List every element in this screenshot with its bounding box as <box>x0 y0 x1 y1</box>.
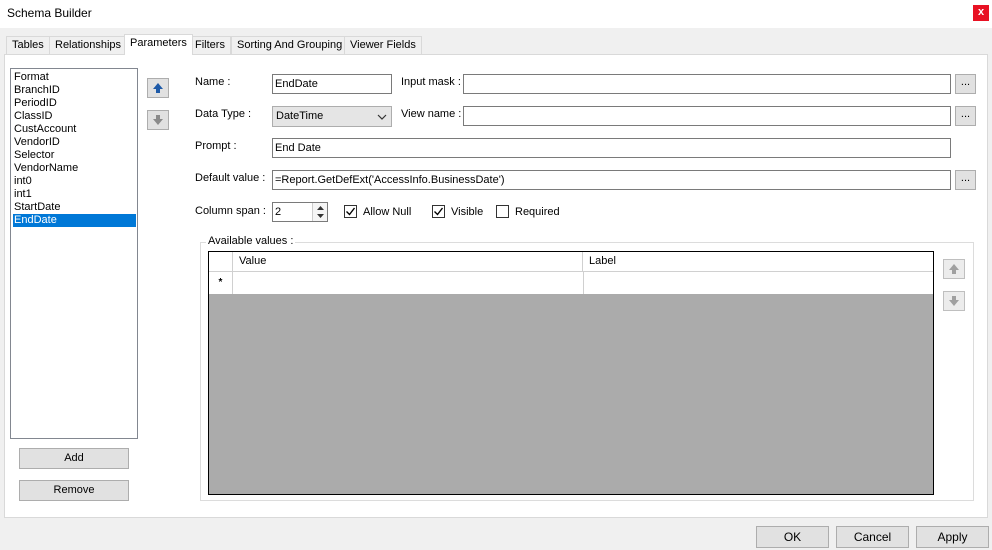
view-name-label: View name : <box>401 108 462 120</box>
checkmark-icon <box>434 207 444 216</box>
prompt-field[interactable]: End Date <box>272 138 951 158</box>
prompt-label: Prompt : <box>195 140 237 152</box>
list-item[interactable]: VendorID <box>13 136 136 149</box>
view-name-field[interactable] <box>463 106 951 126</box>
move-up-button[interactable] <box>147 78 169 98</box>
allow-null-label: Allow Null <box>363 206 412 218</box>
new-row-marker: * <box>209 272 233 294</box>
grid-corner <box>209 252 233 272</box>
move-down-button[interactable] <box>147 110 169 130</box>
cell-divider <box>583 272 584 294</box>
tab-sorting-and-grouping[interactable]: Sorting And Grouping <box>231 36 349 54</box>
title-bar <box>0 0 992 28</box>
ok-button[interactable]: OK <box>756 526 829 548</box>
value-move-up-button[interactable] <box>943 259 965 279</box>
add-button[interactable]: Add <box>19 448 129 469</box>
arrow-down-icon <box>153 115 163 125</box>
list-item[interactable]: PeriodID <box>13 97 136 110</box>
required-label: Required <box>515 206 560 218</box>
visible-checkbox[interactable] <box>432 205 445 218</box>
available-values-grid[interactable]: Value Label * <box>208 251 934 495</box>
default-value-label: Default value : <box>195 172 266 184</box>
arrow-up-icon <box>949 264 959 274</box>
allow-null-checkbox[interactable] <box>344 205 357 218</box>
tab-relationships[interactable]: Relationships <box>49 36 128 54</box>
data-type-select[interactable]: DateTime <box>272 106 392 127</box>
list-item[interactable]: ClassID <box>13 110 136 123</box>
remove-button[interactable]: Remove <box>19 480 129 501</box>
apply-button[interactable]: Apply <box>916 526 989 548</box>
list-item[interactable]: VendorName <box>13 162 136 175</box>
input-mask-label: Input mask : <box>401 76 461 88</box>
tab-tables[interactable]: Tables <box>6 36 50 54</box>
value-move-down-button[interactable] <box>943 291 965 311</box>
data-type-value: DateTime <box>276 110 324 122</box>
visible-label: Visible <box>451 206 484 218</box>
list-item[interactable]: int0 <box>13 175 136 188</box>
column-span-value: 2 <box>275 206 282 218</box>
close-button[interactable]: x <box>973 5 989 21</box>
list-item[interactable]: Selector <box>13 149 136 162</box>
tab-parameters[interactable]: Parameters <box>124 34 193 55</box>
spinner-arrows-icon <box>317 206 324 218</box>
arrow-down-icon <box>949 296 959 306</box>
list-item[interactable]: Format <box>13 71 136 84</box>
arrow-up-icon <box>153 83 163 93</box>
list-item[interactable]: BranchID <box>13 84 136 97</box>
required-checkbox[interactable] <box>496 205 509 218</box>
available-values-title: Available values : <box>206 235 296 247</box>
column-span-label: Column span : <box>195 205 266 217</box>
data-type-label: Data Type : <box>195 108 252 120</box>
tab-viewer-fields[interactable]: Viewer Fields <box>344 36 422 54</box>
input-mask-field[interactable] <box>463 74 951 94</box>
chevron-down-icon <box>377 114 387 120</box>
name-label: Name : <box>195 76 231 88</box>
default-value-browse-button[interactable]: ... <box>955 170 976 190</box>
column-header-label[interactable]: Label <box>583 252 933 272</box>
window-title: Schema Builder <box>7 6 92 20</box>
parameters-listbox[interactable]: Format BranchID PeriodID ClassID CustAcc… <box>10 68 138 439</box>
cancel-button[interactable]: Cancel <box>836 526 909 548</box>
input-mask-browse-button[interactable]: ... <box>955 74 976 94</box>
grid-new-row[interactable] <box>209 272 933 294</box>
column-header-value[interactable]: Value <box>233 252 583 272</box>
default-value-field[interactable]: =Report.GetDefExt('AccessInfo.BusinessDa… <box>272 170 951 190</box>
list-item[interactable]: int1 <box>13 188 136 201</box>
list-item[interactable]: StartDate <box>13 201 136 214</box>
tab-filters[interactable]: Filters <box>189 36 231 54</box>
spinner[interactable] <box>312 203 327 221</box>
view-name-browse-button[interactable]: ... <box>955 106 976 126</box>
checkmark-icon <box>346 207 356 216</box>
list-item[interactable]: CustAccount <box>13 123 136 136</box>
list-item-selected[interactable]: EndDate <box>13 214 136 227</box>
name-field[interactable]: EndDate <box>272 74 392 94</box>
